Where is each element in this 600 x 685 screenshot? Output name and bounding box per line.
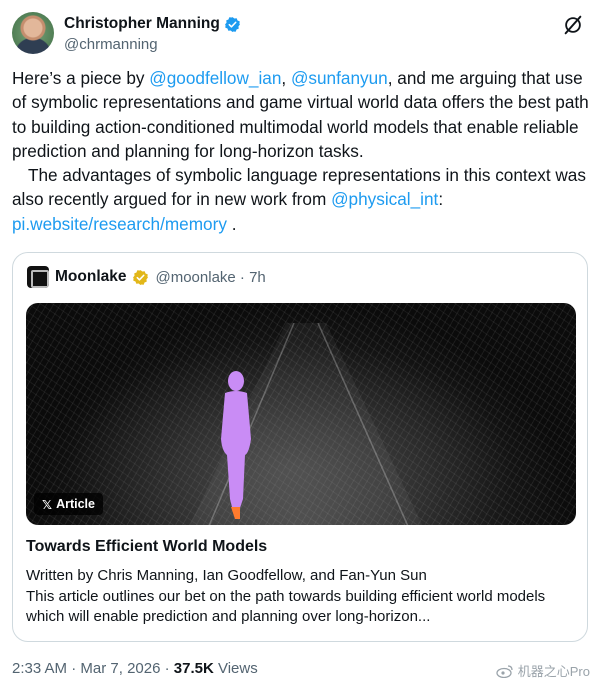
- quoted-avatar[interactable]: [27, 266, 49, 288]
- views-label: Views: [213, 660, 258, 677]
- tweet-header: Christopher Manning @chrmanning: [12, 12, 588, 56]
- tweet-text: Here’s a piece by @goodfellow_ian, @sunf…: [12, 66, 592, 236]
- link-pi-website-memory[interactable]: pi.website/research/memory: [12, 214, 227, 234]
- quoted-tweet-header: Moonlake @moonlake · 7h: [27, 266, 266, 288]
- watermark-text: 机器之心Pro: [517, 664, 590, 679]
- mention-sunfanyun[interactable]: @sunfanyun: [291, 68, 388, 88]
- tweet-text-segment: :: [438, 189, 444, 210]
- article-title[interactable]: Towards Efficient World Models: [26, 538, 267, 556]
- tweet-time[interactable]: 2:33 AM: [12, 660, 67, 677]
- author-handle[interactable]: @chrmanning: [64, 36, 158, 53]
- quoted-tweet-card[interactable]: Moonlake @moonlake · 7h 𝕏 Article Toward…: [12, 252, 588, 642]
- tweet-text-segment: ,: [281, 68, 291, 88]
- tweet-paragraph-2: The advantages of symbolic language repr…: [12, 163, 592, 236]
- weibo-logo-icon: [496, 664, 513, 678]
- author-name-row: Christopher Manning: [64, 15, 241, 33]
- tweet-text-segment: Here’s a piece by: [12, 68, 150, 88]
- grok-icon[interactable]: [562, 14, 584, 36]
- quoted-display-name[interactable]: Moonlake: [55, 268, 126, 286]
- views-count[interactable]: 37.5K: [174, 660, 214, 677]
- quoted-handle-time[interactable]: @moonlake · 7h: [155, 269, 265, 286]
- tweet-date[interactable]: Mar 7, 2026: [80, 660, 160, 677]
- article-byline: Written by Chris Manning, Ian Goodfellow…: [26, 567, 427, 584]
- tweet-text-segment: The advantages of symbolic language repr…: [12, 165, 586, 210]
- separator: ·: [67, 660, 81, 677]
- verified-badge-icon: [224, 16, 240, 32]
- gold-verified-badge-icon: [133, 269, 149, 285]
- tweet-meta: 2:33 AM · Mar 7, 2026 · 37.5K Views: [12, 660, 258, 677]
- article-description: Written by Chris Manning, Ian Goodfellow…: [26, 566, 571, 628]
- mention-physical-int[interactable]: @physical_int: [331, 189, 438, 209]
- x-logo-icon: 𝕏: [42, 497, 53, 512]
- tweet-paragraph-1: Here’s a piece by @goodfellow_ian, @sunf…: [12, 66, 592, 163]
- article-cover-image[interactable]: 𝕏 Article: [26, 303, 576, 525]
- article-badge: 𝕏 Article: [34, 493, 103, 515]
- walking-figure-graphic: [221, 371, 251, 519]
- article-badge-label: Article: [56, 497, 95, 511]
- author-display-name[interactable]: Christopher Manning: [64, 15, 220, 33]
- mention-goodfellow-ian[interactable]: @goodfellow_ian: [149, 68, 281, 88]
- separator: ·: [160, 660, 174, 677]
- tweet-text-segment: .: [226, 213, 237, 234]
- avatar[interactable]: [12, 12, 54, 54]
- article-summary: This article outlines our bet on the pat…: [26, 587, 546, 626]
- watermark: 机器之心Pro: [496, 661, 590, 680]
